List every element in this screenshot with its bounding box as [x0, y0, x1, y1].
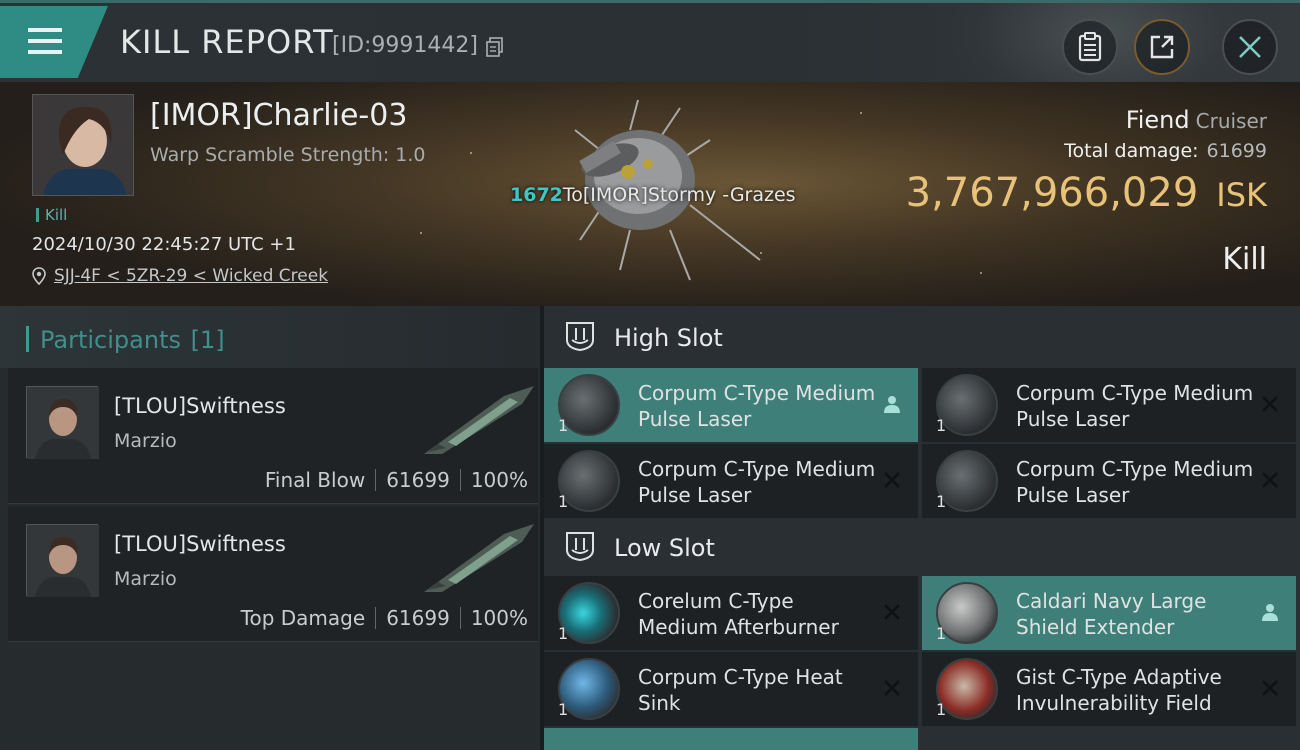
participant-damage: 61699	[386, 606, 450, 630]
module-name: Corpum C-Type Heat Sink	[638, 665, 843, 715]
isk-unit: ISK	[1216, 176, 1267, 214]
participants-panel: Participants [1] [TLOU]Swiftness Marzio …	[0, 306, 540, 750]
victim-banner: [IMOR]Charlie-03 Warp Scramble Strength:…	[0, 82, 1300, 306]
module-name: Corelum C-Type Medium Afterburner	[638, 589, 839, 639]
module-name: Caldari Navy Large Shield Extender	[1016, 589, 1207, 639]
kill-tag: Kill	[36, 206, 67, 224]
close-icon[interactable]	[882, 602, 902, 622]
person-icon[interactable]	[882, 394, 902, 414]
participant-ship-image	[424, 524, 534, 592]
participant-name[interactable]: [TLOU]Swiftness	[114, 532, 286, 556]
ship-name[interactable]: Fiend	[1126, 106, 1190, 134]
location-pin-icon	[32, 267, 46, 285]
module-high-2[interactable]: 1 Corpum C-Type Medium Pulse Laser	[922, 368, 1296, 442]
share-button[interactable]	[1134, 19, 1190, 75]
isk-value: 3,767,966,029 ISK	[906, 170, 1267, 216]
kill-timestamp: 2024/10/30 22:45:27 UTC +1	[32, 234, 296, 255]
person-icon[interactable]	[1260, 602, 1280, 622]
participant-ship-image	[424, 386, 534, 454]
participants-header: Participants [1]	[0, 306, 540, 368]
warp-scramble-strength: Warp Scramble Strength: 1.0	[150, 144, 426, 166]
module-name: Corpum C-Type Medium Pulse Laser	[638, 457, 876, 507]
participant-corp: Marzio	[114, 568, 177, 590]
module-name: Corpum C-Type Medium Pulse Laser	[1016, 381, 1254, 431]
low-slot-header: Low Slot	[544, 516, 1300, 578]
module-qty: 1	[936, 492, 947, 511]
title-bar: KILL REPORT [ID:9991442]	[0, 0, 1300, 82]
close-button[interactable]	[1222, 19, 1278, 75]
module-name: Corpum C-Type Medium Pulse Laser	[1016, 457, 1254, 507]
participant-avatar	[26, 386, 99, 459]
module-name: Corpum C-Type Medium Pulse Laser	[638, 381, 876, 431]
report-id: [ID:9991442]	[332, 33, 478, 58]
module-qty: 1	[558, 700, 569, 719]
module-qty: 1	[558, 492, 569, 511]
participants-count: [1]	[190, 326, 225, 354]
participants-title: Participants [1]	[26, 326, 225, 354]
low-slot-title: Low Slot	[614, 534, 715, 562]
damage-event-text: To[IMOR]Stormy -Grazes	[562, 184, 796, 206]
module-high-1[interactable]: 1 Corpum C-Type Medium Pulse Laser	[544, 368, 918, 442]
participant-stats: Final Blow 61699 100%	[265, 468, 528, 492]
close-icon[interactable]	[1260, 678, 1280, 698]
module-qty: 1	[936, 624, 947, 643]
share-icon	[1150, 35, 1174, 59]
copy-icon[interactable]	[486, 37, 504, 57]
clipboard-icon	[1078, 32, 1102, 62]
participant-percent: 100%	[470, 606, 528, 630]
victim-name[interactable]: [IMOR]Charlie-03	[150, 98, 407, 133]
participant-row[interactable]: [TLOU]Swiftness Marzio Top Damage 61699 10…	[8, 506, 538, 642]
ship-class: Cruiser	[1195, 109, 1267, 133]
close-icon[interactable]	[1260, 470, 1280, 490]
close-icon[interactable]	[882, 470, 902, 490]
participant-name[interactable]: [TLOU]Swiftness	[114, 394, 286, 418]
participant-role: Top Damage	[240, 606, 366, 630]
isk-amount: 3,767,966,029	[905, 170, 1199, 216]
menu-button[interactable]	[0, 6, 108, 78]
participant-stats: Top Damage 61699 100%	[241, 606, 528, 630]
participant-avatar	[26, 524, 99, 597]
module-low-2[interactable]: 1 Caldari Navy Large Shield Extender	[922, 576, 1296, 650]
module-qty: 1	[558, 624, 569, 643]
participant-damage: 61699	[386, 468, 450, 492]
page-title: KILL REPORT	[120, 23, 334, 61]
participant-row[interactable]: [TLOU]Swiftness Marzio Final Blow 61699 10…	[8, 368, 538, 504]
module-low-5-partial[interactable]	[544, 728, 918, 750]
total-damage-label: Total damage:	[1064, 140, 1199, 162]
close-icon[interactable]	[1260, 394, 1280, 414]
high-slot-title: High Slot	[614, 324, 723, 352]
total-damage: Total damage: 61699	[1064, 140, 1267, 162]
low-slot-icon	[566, 532, 594, 562]
fitting-panel: High Slot 1 Corpum C-Type Medium Pulse L…	[544, 306, 1300, 750]
ship-info: Fiend Cruiser	[1126, 106, 1267, 134]
total-damage-value: 61699	[1206, 140, 1267, 162]
damage-event-amount: 1672	[510, 184, 563, 206]
participant-percent: 100%	[470, 468, 528, 492]
kill-location[interactable]: SJJ-4F < 5ZR-29 < Wicked Creek	[32, 266, 328, 286]
result-label: Kill	[1222, 242, 1267, 277]
module-qty: 1	[936, 700, 947, 719]
module-name: Gist C-Type Adaptive Invulnerability Fie…	[1016, 665, 1222, 715]
hamburger-icon	[28, 28, 62, 61]
high-slot-header: High Slot	[544, 306, 1300, 368]
module-high-3[interactable]: 1 Corpum C-Type Medium Pulse Laser	[544, 444, 918, 518]
module-low-3[interactable]: 1 Corpum C-Type Heat Sink	[544, 652, 918, 726]
close-icon[interactable]	[882, 678, 902, 698]
damage-event: 1672To[IMOR]Stormy -Grazes	[510, 184, 796, 206]
clipboard-button[interactable]	[1062, 19, 1118, 75]
location-link[interactable]: SJJ-4F < 5ZR-29 < Wicked Creek	[54, 266, 328, 286]
victim-avatar	[33, 95, 133, 195]
participant-role: Final Blow	[264, 468, 366, 492]
module-low-4[interactable]: 1 Gist C-Type Adaptive Invulnerability F…	[922, 652, 1296, 726]
participants-title-text: Participants	[40, 326, 181, 354]
high-slot-icon	[566, 322, 594, 352]
victim-portrait[interactable]	[32, 94, 134, 196]
module-low-1[interactable]: 1 Corelum C-Type Medium Afterburner	[544, 576, 918, 650]
module-qty: 1	[936, 416, 947, 435]
module-high-4[interactable]: 1 Corpum C-Type Medium Pulse Laser	[922, 444, 1296, 518]
module-qty: 1	[558, 416, 569, 435]
participant-corp: Marzio	[114, 430, 177, 452]
close-icon	[1239, 36, 1261, 58]
